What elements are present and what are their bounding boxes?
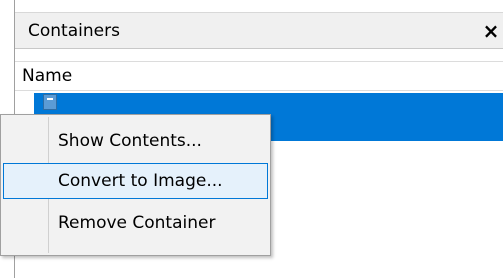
- panel-title: Containers: [28, 21, 120, 41]
- menu-item-convert-to-image[interactable]: Convert to Image...: [3, 163, 268, 199]
- menu-item-label: Show Contents...: [58, 131, 202, 151]
- column-header-label: Name: [22, 66, 73, 86]
- menu-item-remove-container[interactable]: Remove Container: [3, 205, 268, 241]
- panel-titlebar: Containers ×: [15, 12, 503, 49]
- menu-item-label: Convert to Image...: [58, 171, 223, 191]
- menu-item-label: Remove Container: [58, 213, 216, 233]
- close-button[interactable]: ×: [480, 18, 502, 44]
- context-menu: Show Contents... Convert to Image... Rem…: [0, 114, 271, 256]
- stage: Containers × Name Show Contents... Conve…: [0, 0, 503, 278]
- column-header-name[interactable]: Name: [15, 61, 503, 91]
- container-icon: [43, 94, 57, 110]
- menu-item-show-contents[interactable]: Show Contents...: [3, 123, 268, 159]
